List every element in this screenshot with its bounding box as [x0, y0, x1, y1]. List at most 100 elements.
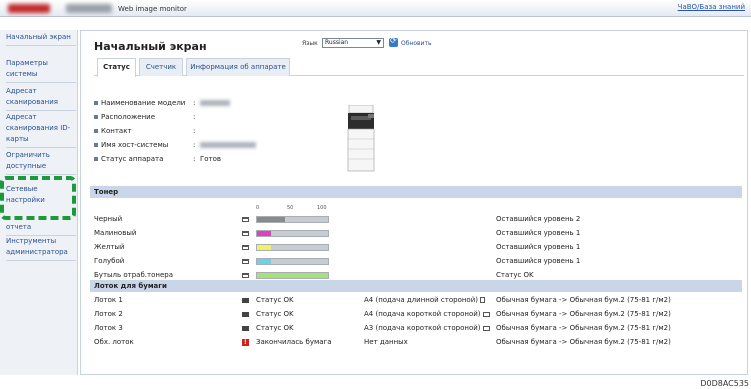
toner-row: Желтый Оставшийся уровень 1: [94, 242, 742, 253]
toner-section-header: Тонер: [90, 186, 742, 198]
tray-icon: [242, 312, 249, 317]
main-panel: Начальный экран Язык Russian ▼ Обновить …: [80, 30, 748, 375]
product-logo: [66, 4, 112, 13]
sidebar-item-admin-tools[interactable]: Инструменты администратора: [6, 236, 76, 261]
sidebar-item-system-settings[interactable]: Параметры системы: [6, 58, 76, 83]
tray-name: Лоток 2: [94, 310, 123, 318]
paper-tray-row: Лоток 3 Статус OK A3 (подача короткой стор…: [94, 323, 742, 334]
toner-cartridge-icon: [242, 217, 249, 222]
scale-0: 0: [256, 205, 260, 211]
info-row-contact: Контакт :: [94, 127, 195, 135]
brand-logo: [8, 4, 50, 13]
bullet-icon: [94, 115, 98, 119]
scale-50: 50: [287, 205, 294, 211]
help-link[interactable]: ЧаВО/База знаний: [678, 3, 745, 11]
paper-size-text: Нет данных: [364, 338, 408, 346]
toner-name: Желтый: [94, 243, 125, 251]
paper-size-text: A4 (подача длинной стороной): [364, 296, 478, 304]
toner-cartridge-icon: [242, 231, 249, 236]
info-label: Контакт: [101, 127, 132, 135]
app-title: Web image monitor: [118, 5, 187, 13]
sidebar-item-id-card-destination[interactable]: Адресат сканирования ID-карты: [6, 112, 76, 148]
error-icon: [242, 337, 249, 348]
sidebar-item-home[interactable]: Начальный экран: [6, 32, 76, 46]
tab-bar: Статус Счетчик Информация об аппарате: [94, 58, 744, 77]
paper-orientation-icon: [480, 297, 485, 303]
paper-size-text: A4 (подача короткой стороной): [364, 310, 481, 318]
toner-level-fill: [257, 231, 272, 236]
language-select[interactable]: Russian ▼: [322, 38, 384, 48]
paper-orientation-icon: [482, 325, 490, 331]
toner-status: Оставшийся уровень 1: [496, 257, 581, 265]
tray-paper-type: Обычная бумага -> Обычная бум.2 (75-81 г…: [496, 310, 671, 318]
toner-level-bar: [256, 272, 329, 279]
language-label: Язык: [302, 40, 318, 47]
highlight-callout: [0, 176, 76, 220]
language-value: Russian: [325, 39, 349, 46]
paper-tray-row: Обх. лоток Закончилась бумага Нет данных Об…: [94, 337, 742, 348]
paper-size-text: A3 (подача короткой стороной): [364, 324, 481, 332]
toner-cartridge-icon: [242, 273, 249, 278]
redacted-value: [200, 100, 230, 106]
toner-status: Оставшийся уровень 2: [496, 215, 581, 223]
paper-tray-row: Лоток 2 Статус OK A4 (подача короткой стор…: [94, 309, 742, 320]
scale-100: 100: [317, 205, 327, 211]
paper-orientation-icon: [482, 311, 490, 317]
refresh-button[interactable]: Обновить: [401, 40, 431, 47]
info-row-model: Наименование модели :: [94, 99, 230, 107]
toner-row: Черный Оставшийся уровень 2: [94, 214, 742, 225]
tray-paper-size: Нет данных: [364, 337, 408, 348]
refresh-icon[interactable]: [389, 36, 398, 47]
top-bar: Web image monitor ЧаВО/База знаний: [0, 0, 751, 17]
paper-section-header: Лоток для бумаги: [90, 280, 742, 292]
tray-icon: [242, 298, 249, 303]
toner-row: Малиновый Оставшийся уровень 1: [94, 228, 742, 239]
tray-paper-size: A4 (подача длинной стороной): [364, 295, 485, 306]
info-label: Наименование модели: [101, 99, 186, 107]
toner-level-bar: [256, 258, 329, 265]
toner-name: Черный: [94, 215, 123, 223]
printer-image: [347, 105, 375, 172]
device-status-value: Готов: [200, 155, 222, 163]
tray-paper-type: Обычная бумага -> Обычная бум.2 (75-81 г…: [496, 324, 671, 332]
sidebar-item-scan-destination[interactable]: Адресат сканирования: [6, 86, 76, 111]
page-title: Начальный экран: [94, 40, 207, 53]
tray-icon: [242, 326, 249, 331]
tray-paper-size: A4 (подача короткой стороной): [364, 309, 490, 320]
redacted-value: [200, 142, 256, 148]
tray-status: Статус OK: [256, 324, 294, 332]
toner-level-fill: [257, 245, 272, 250]
toner-level-fill: [257, 259, 272, 264]
tray-name: Лоток 1: [94, 296, 123, 304]
toner-level-fill: [257, 273, 328, 278]
info-row-device-status: Статус аппарата : Готов: [94, 155, 221, 163]
toner-status: Оставшийся уровень 1: [496, 229, 581, 237]
info-row-location: Расположение :: [94, 113, 195, 121]
info-label: Расположение: [101, 113, 156, 121]
tray-name: Обх. лоток: [94, 338, 134, 346]
tray-status: Статус OK: [256, 296, 294, 304]
toner-level-bar: [256, 244, 329, 251]
figure-code: D0D8AC535: [700, 379, 749, 388]
bullet-icon: [94, 143, 98, 147]
tray-paper-type: Обычная бумага -> Обычная бум.2 (75-81 г…: [496, 338, 671, 346]
tab-device-info[interactable]: Информация об аппарате: [186, 58, 290, 76]
tab-counter[interactable]: Счетчик: [139, 58, 183, 76]
tray-name: Лоток 3: [94, 324, 123, 332]
toner-name: Малиновый: [94, 229, 137, 237]
tab-status[interactable]: Статус: [97, 58, 136, 77]
info-label: Статус аппарата: [101, 155, 164, 163]
bullet-icon: [94, 129, 98, 133]
toner-level-bar: [256, 230, 329, 237]
toner-status: Оставшийся уровень 1: [496, 243, 581, 251]
toner-row: Голубой Оставшийся уровень 1: [94, 256, 742, 267]
tray-paper-size: A3 (подача короткой стороной): [364, 323, 490, 334]
tray-status: Закончилась бумага: [256, 338, 332, 346]
toner-level-bar: [256, 216, 329, 223]
sidebar-item-restrict-access[interactable]: Ограничить доступные: [6, 150, 76, 175]
bullet-icon: [94, 101, 98, 105]
bullet-icon: [94, 157, 98, 161]
tray-status: Статус OK: [256, 310, 294, 318]
tray-paper-type: Обычная бумага -> Обычная бум.2 (75-81 г…: [496, 296, 671, 304]
sidebar-item-report[interactable]: отчета: [6, 222, 76, 236]
